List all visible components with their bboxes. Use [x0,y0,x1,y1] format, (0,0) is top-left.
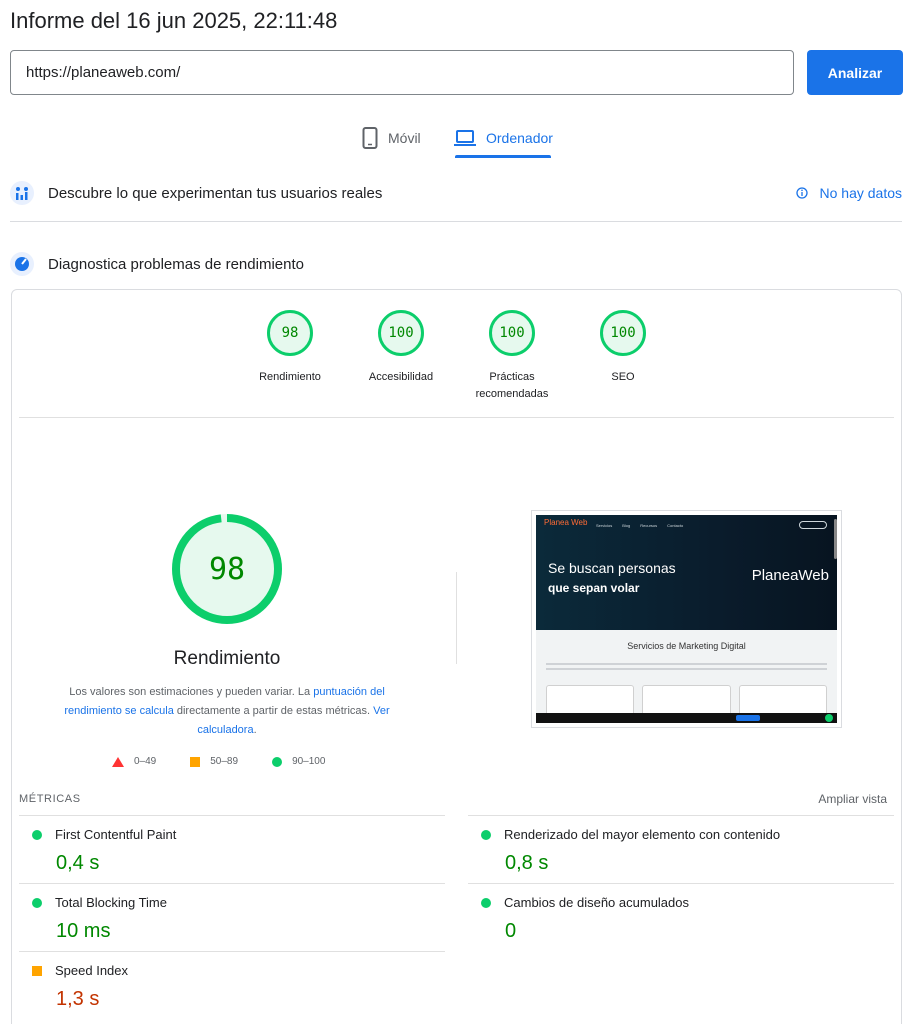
url-input[interactable] [10,50,794,95]
screenshot-nav: Servicios Blog Recursos Contacto [596,523,683,528]
metric-cls: Cambios de diseño acumulados 0 [468,883,894,951]
legend-pass-range: 90–100 [292,756,326,767]
tab-mobile[interactable]: Móvil [362,118,421,158]
screenshot-section-title: Servicios de Marketing Digital [627,641,746,651]
gauge-seo-label: SEO [611,371,635,383]
score-legend: 0–49 50–89 90–100 [112,756,359,767]
circle-icon [272,756,283,767]
gauge-best-practices-label-line1: Prácticas [489,371,535,383]
screenshot-nav-item: Contacto [667,523,684,528]
device-tabs: Móvil Ordenador [0,118,912,160]
average-indicator-icon [32,965,42,976]
square-icon [190,756,201,767]
no-data-label: No hay datos [819,185,903,201]
screenshot-cookie-bar [536,713,837,723]
screenshot-nav-item: Blog [622,523,631,528]
screenshot-headline: Se buscan personas que sepan volar [548,559,676,598]
good-indicator-icon [32,829,42,840]
tab-mobile-label: Móvil [388,130,421,146]
performance-label: Rendimiento [173,648,281,669]
note-suffix: . [253,724,257,736]
vertical-divider [456,572,457,664]
screenshot-brand: PlaneaWeb [751,567,829,584]
card-divider [19,417,894,418]
laptop-icon [454,130,476,146]
performance-note: Los valores son estimaciones y pueden va… [57,683,397,740]
screenshot-nav-item: Servicios [596,523,613,528]
triangle-icon [112,756,124,767]
screenshot-nav-button [799,521,827,529]
screenshot-headline-line1: Se buscan personas [548,560,676,576]
gauge-performance-score: 98 [267,310,313,356]
section-divider [10,221,902,222]
note-prefix: Los valores son estimaciones y pueden va… [69,686,314,698]
page-title: Informe del 16 jun 2025, 22:11:48 [10,8,338,33]
tab-desktop[interactable]: Ordenador [454,118,553,158]
no-data-indicator[interactable]: No hay datos [795,185,903,201]
diagnostics-title: Diagnostica problemas de rendimiento [48,255,304,273]
active-tab-indicator [455,155,551,158]
metrics-heading: MÉTRICAS [19,793,81,805]
legend-average: 50–89 [190,756,238,767]
users-chart-icon [10,181,34,205]
good-indicator-icon [481,897,491,908]
analyze-button[interactable]: Analizar [807,50,903,95]
screenshot-hero: Planea Web Servicios Blog Recursos Conta… [536,515,837,630]
legend-fail: 0–49 [112,756,156,767]
smartphone-icon [362,127,378,149]
screenshot-nav-item: Recursos [640,523,658,528]
screenshot-logo: Planea Web [544,518,588,527]
tab-desktop-label: Ordenador [486,130,553,146]
good-indicator-icon [481,829,491,840]
legend-pass: 90–100 [272,756,325,767]
metric-cls-name: Cambios de diseño acumulados [504,895,689,910]
metric-lcp-value: 0,8 s [505,852,549,874]
gauge-accessibility[interactable]: 100 Accesibilidad [351,310,451,386]
screenshot-text-lines [546,663,827,673]
metric-speed-index-name: Speed Index [55,963,129,978]
screenshot-scrollbar [834,519,837,559]
gauge-accessibility-label: Accesibilidad [368,371,434,383]
diagnostics-section: Diagnostica problemas de rendimiento [10,252,902,276]
metric-speed-index-value: 1,3 s [56,988,100,1010]
metric-fcp-name: First Contentful Paint [55,827,177,842]
page-screenshot[interactable]: Planea Web Servicios Blog Recursos Conta… [531,510,842,728]
crux-title: Descubre lo que experimentan tus usuario… [48,184,383,202]
gauge-best-practices-score: 100 [489,310,535,356]
screenshot-headline-line2: que sepan volar [548,581,640,595]
info-icon [795,187,808,199]
speedometer-icon [10,252,34,276]
note-middle: directamente a partir de estas métricas. [173,705,374,717]
performance-score: 98 [208,551,246,587]
legend-average-range: 50–89 [210,756,239,767]
metric-fcp: First Contentful Paint 0,4 s [19,815,445,883]
gauge-best-practices-label: Prácticas recomendadas [462,369,562,403]
metric-speed-index: Speed Index 1,3 s [19,951,445,1019]
crux-section[interactable]: Descubre lo que experimentan tus usuario… [10,181,902,205]
metric-cls-value: 0 [505,920,517,942]
metric-tbt: Total Blocking Time 10 ms [19,883,445,951]
expand-view-toggle[interactable]: Ampliar vista [818,792,887,806]
gauge-best-practices-label-line2: recomendadas [475,388,549,400]
gauge-seo[interactable]: 100 SEO [573,310,673,386]
metric-tbt-value: 10 ms [56,920,111,942]
metric-lcp: Renderizado del mayor elemento con conte… [468,815,894,883]
report-card: 98 Rendimiento 100 Accesibilidad 100 Prá… [11,289,902,1024]
good-indicator-icon [32,897,42,908]
gauge-best-practices[interactable]: 100 Prácticas recomendadas [462,310,562,403]
whatsapp-icon [825,714,833,722]
screenshot-content: Planea Web Servicios Blog Recursos Conta… [536,515,837,723]
gauge-seo-score: 100 [600,310,646,356]
gauge-performance[interactable]: 98 Rendimiento [240,310,340,386]
screenshot-cookie-button [736,715,760,721]
legend-fail-range: 0–49 [134,756,157,767]
metric-fcp-value: 0,4 s [56,852,100,874]
metric-tbt-name: Total Blocking Time [55,895,167,910]
gauge-accessibility-score: 100 [378,310,424,356]
metric-lcp-name: Renderizado del mayor elemento con conte… [504,827,781,842]
gauge-performance-label: Rendimiento [259,371,321,383]
